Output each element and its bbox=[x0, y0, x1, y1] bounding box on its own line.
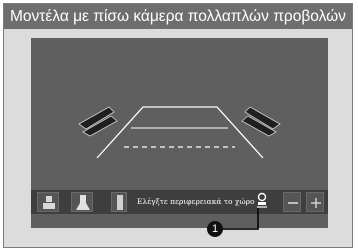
view-mode-1-icon bbox=[43, 196, 55, 209]
camera-toolbar: Ελέγξτε περιφερειακά το χώρο bbox=[31, 190, 328, 214]
view-mode-2-button[interactable] bbox=[71, 192, 93, 212]
minus-icon bbox=[288, 202, 298, 204]
figure-frame: Μοντέλα με πίσω κάμερα πολλαπλών προβολώ… bbox=[3, 3, 353, 248]
camera-hint-text: Ελέγξτε περιφερειακά το χώρο bbox=[137, 197, 255, 206]
plus-icon bbox=[311, 198, 321, 208]
zoom-in-button[interactable] bbox=[306, 192, 324, 212]
view-mode-1-button[interactable] bbox=[37, 192, 59, 212]
view-mode-3-button[interactable] bbox=[111, 192, 127, 212]
zoom-out-button[interactable] bbox=[283, 192, 301, 212]
view-mode-2-icon bbox=[76, 195, 90, 210]
camera-guideline-toggle-icon bbox=[257, 192, 267, 208]
page-title: Μοντέλα με πίσω κάμερα πολλαπλών προβολώ… bbox=[4, 4, 352, 29]
right-distance-chevrons bbox=[241, 106, 281, 137]
camera-display: Ελέγξτε περιφερειακά το χώρο bbox=[31, 38, 328, 228]
guideline-toggle-button[interactable] bbox=[253, 192, 271, 212]
view-mode-3-icon bbox=[117, 195, 123, 210]
callout-number-badge: 1 bbox=[207, 221, 223, 237]
parking-guidelines bbox=[78, 106, 281, 159]
guide-trapezoid bbox=[96, 106, 264, 159]
left-distance-chevrons bbox=[78, 106, 118, 137]
